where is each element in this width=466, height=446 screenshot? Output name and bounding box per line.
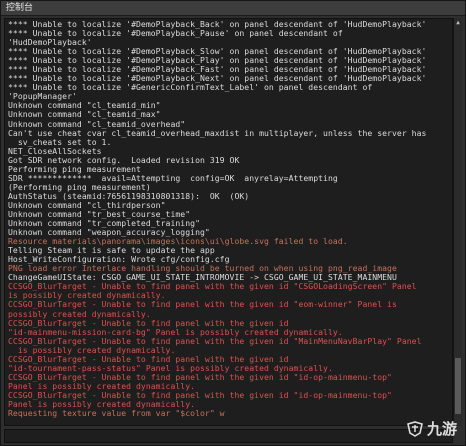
- window-title: 控制台: [6, 3, 34, 13]
- console-scrollbar[interactable]: ▲: [453, 18, 462, 426]
- watermark: 九游: [406, 418, 457, 439]
- watermark-logo-icon: [407, 420, 423, 437]
- console-line: Requesting texture value from var "$colo…: [8, 408, 225, 419]
- console-window: 控制台 **** Unable to localize '#DemoPlayba…: [0, 0, 466, 446]
- scrollbar-thumb[interactable]: [455, 358, 461, 414]
- watermark-text: 九游: [426, 420, 457, 438]
- title-bar[interactable]: 控制台: [1, 1, 465, 16]
- console-command-input[interactable]: [4, 429, 453, 443]
- scroll-up-arrow-icon[interactable]: ▲: [454, 18, 462, 27]
- console-output[interactable]: **** Unable to localize '#DemoPlayback_B…: [4, 18, 453, 426]
